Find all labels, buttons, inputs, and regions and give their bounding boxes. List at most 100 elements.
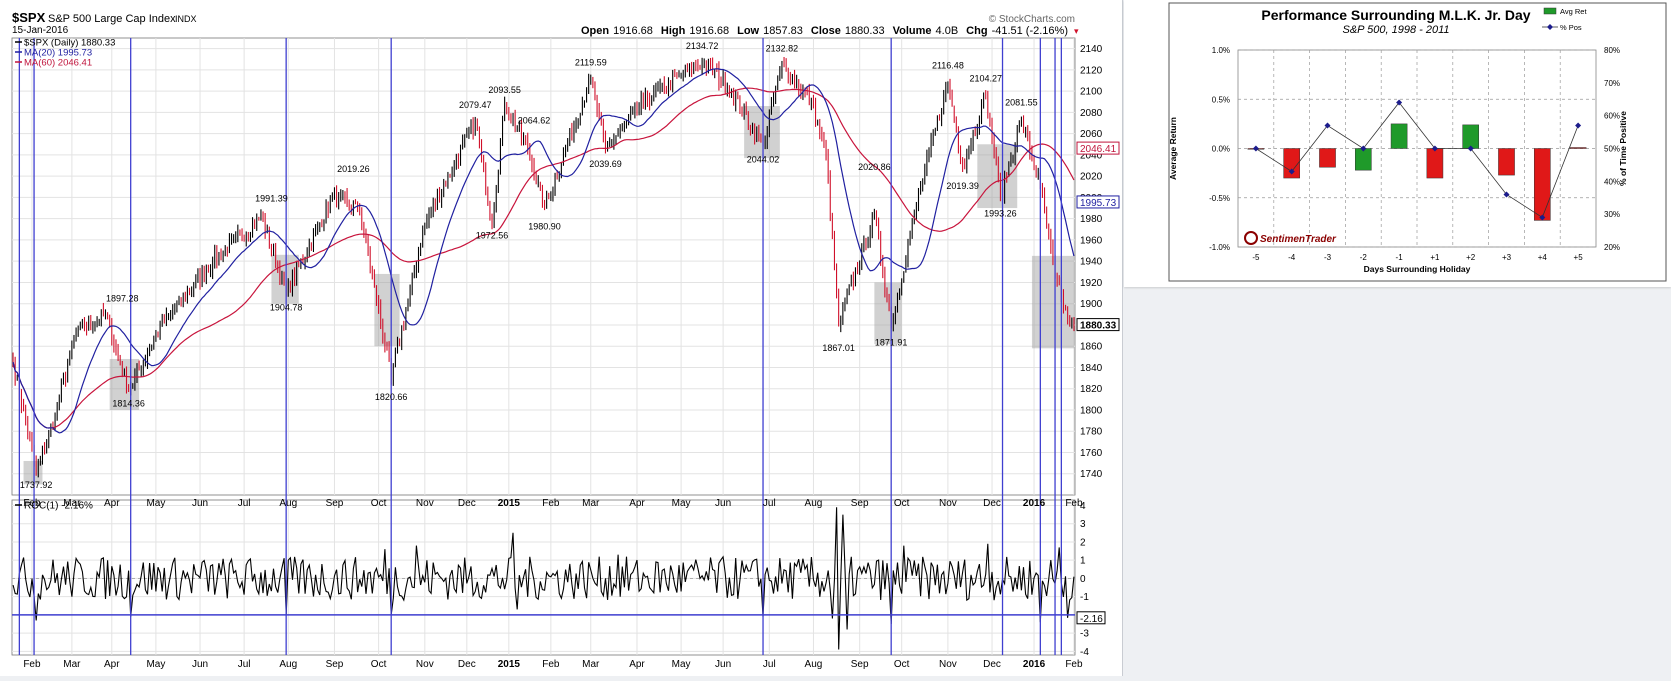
avg-return-bar	[1569, 147, 1587, 149]
price-annotation: 1871.91	[875, 338, 908, 348]
roc-tag: -2.16	[1080, 614, 1103, 625]
y2-tick-label: 20%	[1604, 243, 1620, 252]
sentimentrader-panel: Performance Surrounding M.L.K. Jr. Day S&…	[1124, 0, 1671, 287]
x-axis-title: Days Surrounding Holiday	[1364, 264, 1471, 274]
price-tick-label: 1820	[1080, 384, 1103, 395]
y-axis-title: Average Return	[1168, 117, 1178, 180]
quote-close: 1880.33	[845, 25, 885, 37]
price-annotation: 2119.59	[575, 57, 607, 67]
watermark: © StockCharts.com	[989, 14, 1075, 25]
avg-return-bar	[1462, 124, 1480, 149]
price-annotation: 1814.36	[112, 399, 145, 409]
price-annotation: 2020.86	[858, 162, 891, 172]
x-axis-label: Aug	[805, 659, 823, 670]
x-axis-label: May	[146, 659, 165, 670]
x-axis-label: May	[672, 659, 691, 670]
x-tick-label: +2	[1466, 253, 1476, 262]
x-axis-label: Dec	[458, 659, 476, 670]
highlight-box	[874, 282, 902, 345]
quote-chg-label: Chg	[966, 25, 987, 37]
quote-line: Open 1916.68 High 1916.68 Low 1857.83 Close 188…	[581, 25, 1068, 37]
date-label: 15-Jan-2016	[12, 25, 69, 36]
x-tick-label: +3	[1502, 253, 1512, 262]
price-annotation: 2079.47	[459, 100, 492, 110]
price-annotation: 1993.26	[984, 209, 1017, 219]
x-axis-label: Jul	[763, 498, 776, 509]
x-axis-label: Apr	[104, 659, 120, 670]
x-tick-label: +1	[1430, 253, 1440, 262]
x-axis-label: Nov	[416, 498, 434, 509]
price-annotation: 2039.69	[589, 159, 622, 169]
x-axis-label: Oct	[371, 659, 387, 670]
legend-avg-ret-swatch	[1543, 7, 1557, 15]
price-annotation: 1904.78	[270, 303, 303, 313]
x-axis-label: Aug	[279, 659, 297, 670]
x-axis-label: Dec	[983, 498, 1001, 509]
price-tick-label: 2120	[1080, 65, 1103, 76]
x-axis-label: Feb	[1065, 659, 1083, 670]
x-axis-label: Dec	[983, 659, 1001, 670]
x-axis-label: May	[672, 498, 691, 509]
price-annotation: 1972.56	[476, 231, 509, 241]
legend-pct-pos-label: % Pos	[1560, 23, 1582, 32]
x-axis-label: Jul	[238, 659, 251, 670]
price-annotation: 1867.01	[822, 343, 855, 353]
quote-chg: -41.51 (-2.16%)	[992, 25, 1068, 37]
price-tick-label: 2020	[1080, 172, 1103, 183]
x-axis-label: Apr	[629, 659, 645, 670]
roc-tick-label: 0	[1080, 574, 1086, 585]
price-annotation: 2116.48	[932, 61, 964, 71]
quote-close-label: Close	[811, 25, 841, 37]
x-axis-label: Feb	[542, 659, 560, 670]
x-axis-label: Feb	[542, 498, 560, 509]
price-tick-label: 2140	[1080, 44, 1103, 55]
price-tick-label: 1920	[1080, 278, 1103, 289]
x-axis-label: Mar	[582, 659, 600, 670]
y2-tick-label: 80%	[1604, 46, 1620, 55]
x-axis-label: Jul	[238, 498, 251, 509]
quote-open: 1916.68	[613, 25, 653, 37]
x-axis-label: Sep	[851, 498, 869, 509]
value-tag: 2046.41	[1080, 144, 1117, 155]
x-axis-label: Sep	[851, 659, 869, 670]
x-axis-label: Jul	[763, 659, 776, 670]
x-axis-label: Feb	[23, 659, 41, 670]
price-tick-label: 1960	[1080, 235, 1103, 246]
chart-subtitle: S&P 500, 1998 - 2011	[1342, 24, 1449, 36]
y-tick-label: 0.0%	[1212, 145, 1230, 154]
x-axis-label: Oct	[894, 498, 910, 509]
x-axis-label: Aug	[805, 498, 823, 509]
x-axis-label: Mar	[63, 659, 81, 670]
y2-tick-label: 70%	[1604, 79, 1620, 88]
avg-return-bar	[1354, 148, 1372, 171]
chg-dropdown-icon[interactable]: ▾	[1074, 26, 1079, 36]
quote-high: 1916.68	[689, 25, 729, 37]
quote-volume-label: Volume	[893, 25, 932, 37]
price-annotation: 2134.72	[686, 41, 719, 51]
roc-tick-label: -4	[1080, 647, 1089, 658]
x-tick-label: +4	[1538, 253, 1548, 262]
quote-low-label: Low	[737, 25, 759, 37]
value-tag: 1880.33	[1080, 321, 1117, 332]
price-annotation: 2081.55	[1005, 98, 1038, 108]
roc-tick-label: -1	[1080, 592, 1089, 603]
price-tick-label: 1980	[1080, 214, 1103, 225]
x-axis-label: Nov	[939, 498, 957, 509]
avg-return-bar	[1390, 123, 1408, 149]
x-axis-label: Mar	[582, 498, 600, 509]
symbol-label: $SPX	[12, 10, 46, 25]
price-annotation: 2132.82	[766, 43, 799, 53]
avg-return-bar	[1426, 148, 1444, 179]
price-annotation: 2093.55	[488, 85, 521, 95]
value-tag: 1995.73	[1080, 198, 1117, 209]
price-annotation: 2019.26	[337, 164, 370, 174]
spx-chart[interactable]: $SPX S&P 500 Large Cap Index INDX 15-Jan-20…	[0, 0, 1122, 676]
price-annotation: 1737.92	[20, 480, 53, 490]
x-axis-label: Sep	[326, 498, 344, 509]
y-tick-label: -1.0%	[1209, 243, 1230, 252]
price-annotation: 2044.02	[747, 155, 780, 165]
price-tick-label: 1900	[1080, 299, 1103, 310]
x-axis-label: Aug	[279, 498, 297, 509]
price-annotation: 1980.90	[528, 222, 561, 232]
exchange-label: INDX	[175, 14, 197, 24]
